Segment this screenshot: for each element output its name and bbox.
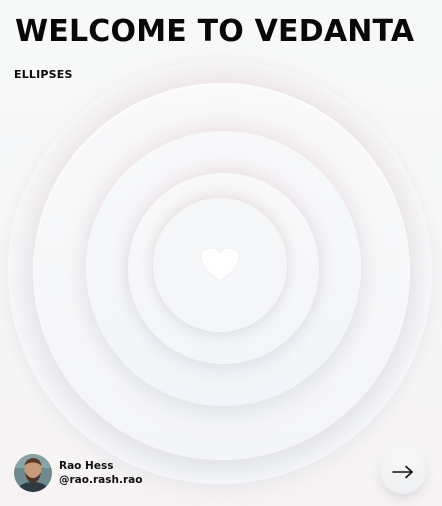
page-subtitle: ELLIPSES: [14, 68, 73, 81]
author-card[interactable]: Rao Hess @rao.rash.rao: [14, 454, 142, 492]
heart-icon[interactable]: [200, 247, 240, 283]
next-button[interactable]: [381, 450, 425, 494]
avatar[interactable]: [14, 454, 52, 492]
author-name: Rao Hess: [59, 460, 114, 472]
page-title: WELCOME TO VEDANTA: [15, 14, 415, 49]
author-handle[interactable]: @rao.rash.rao: [59, 473, 142, 487]
arrow-right-icon: [392, 465, 413, 479]
author-info: Rao Hess @rao.rash.rao: [59, 459, 142, 487]
screen: WELCOME TO VEDANTA ELLIPSES Rao Hess @ra…: [0, 0, 442, 506]
